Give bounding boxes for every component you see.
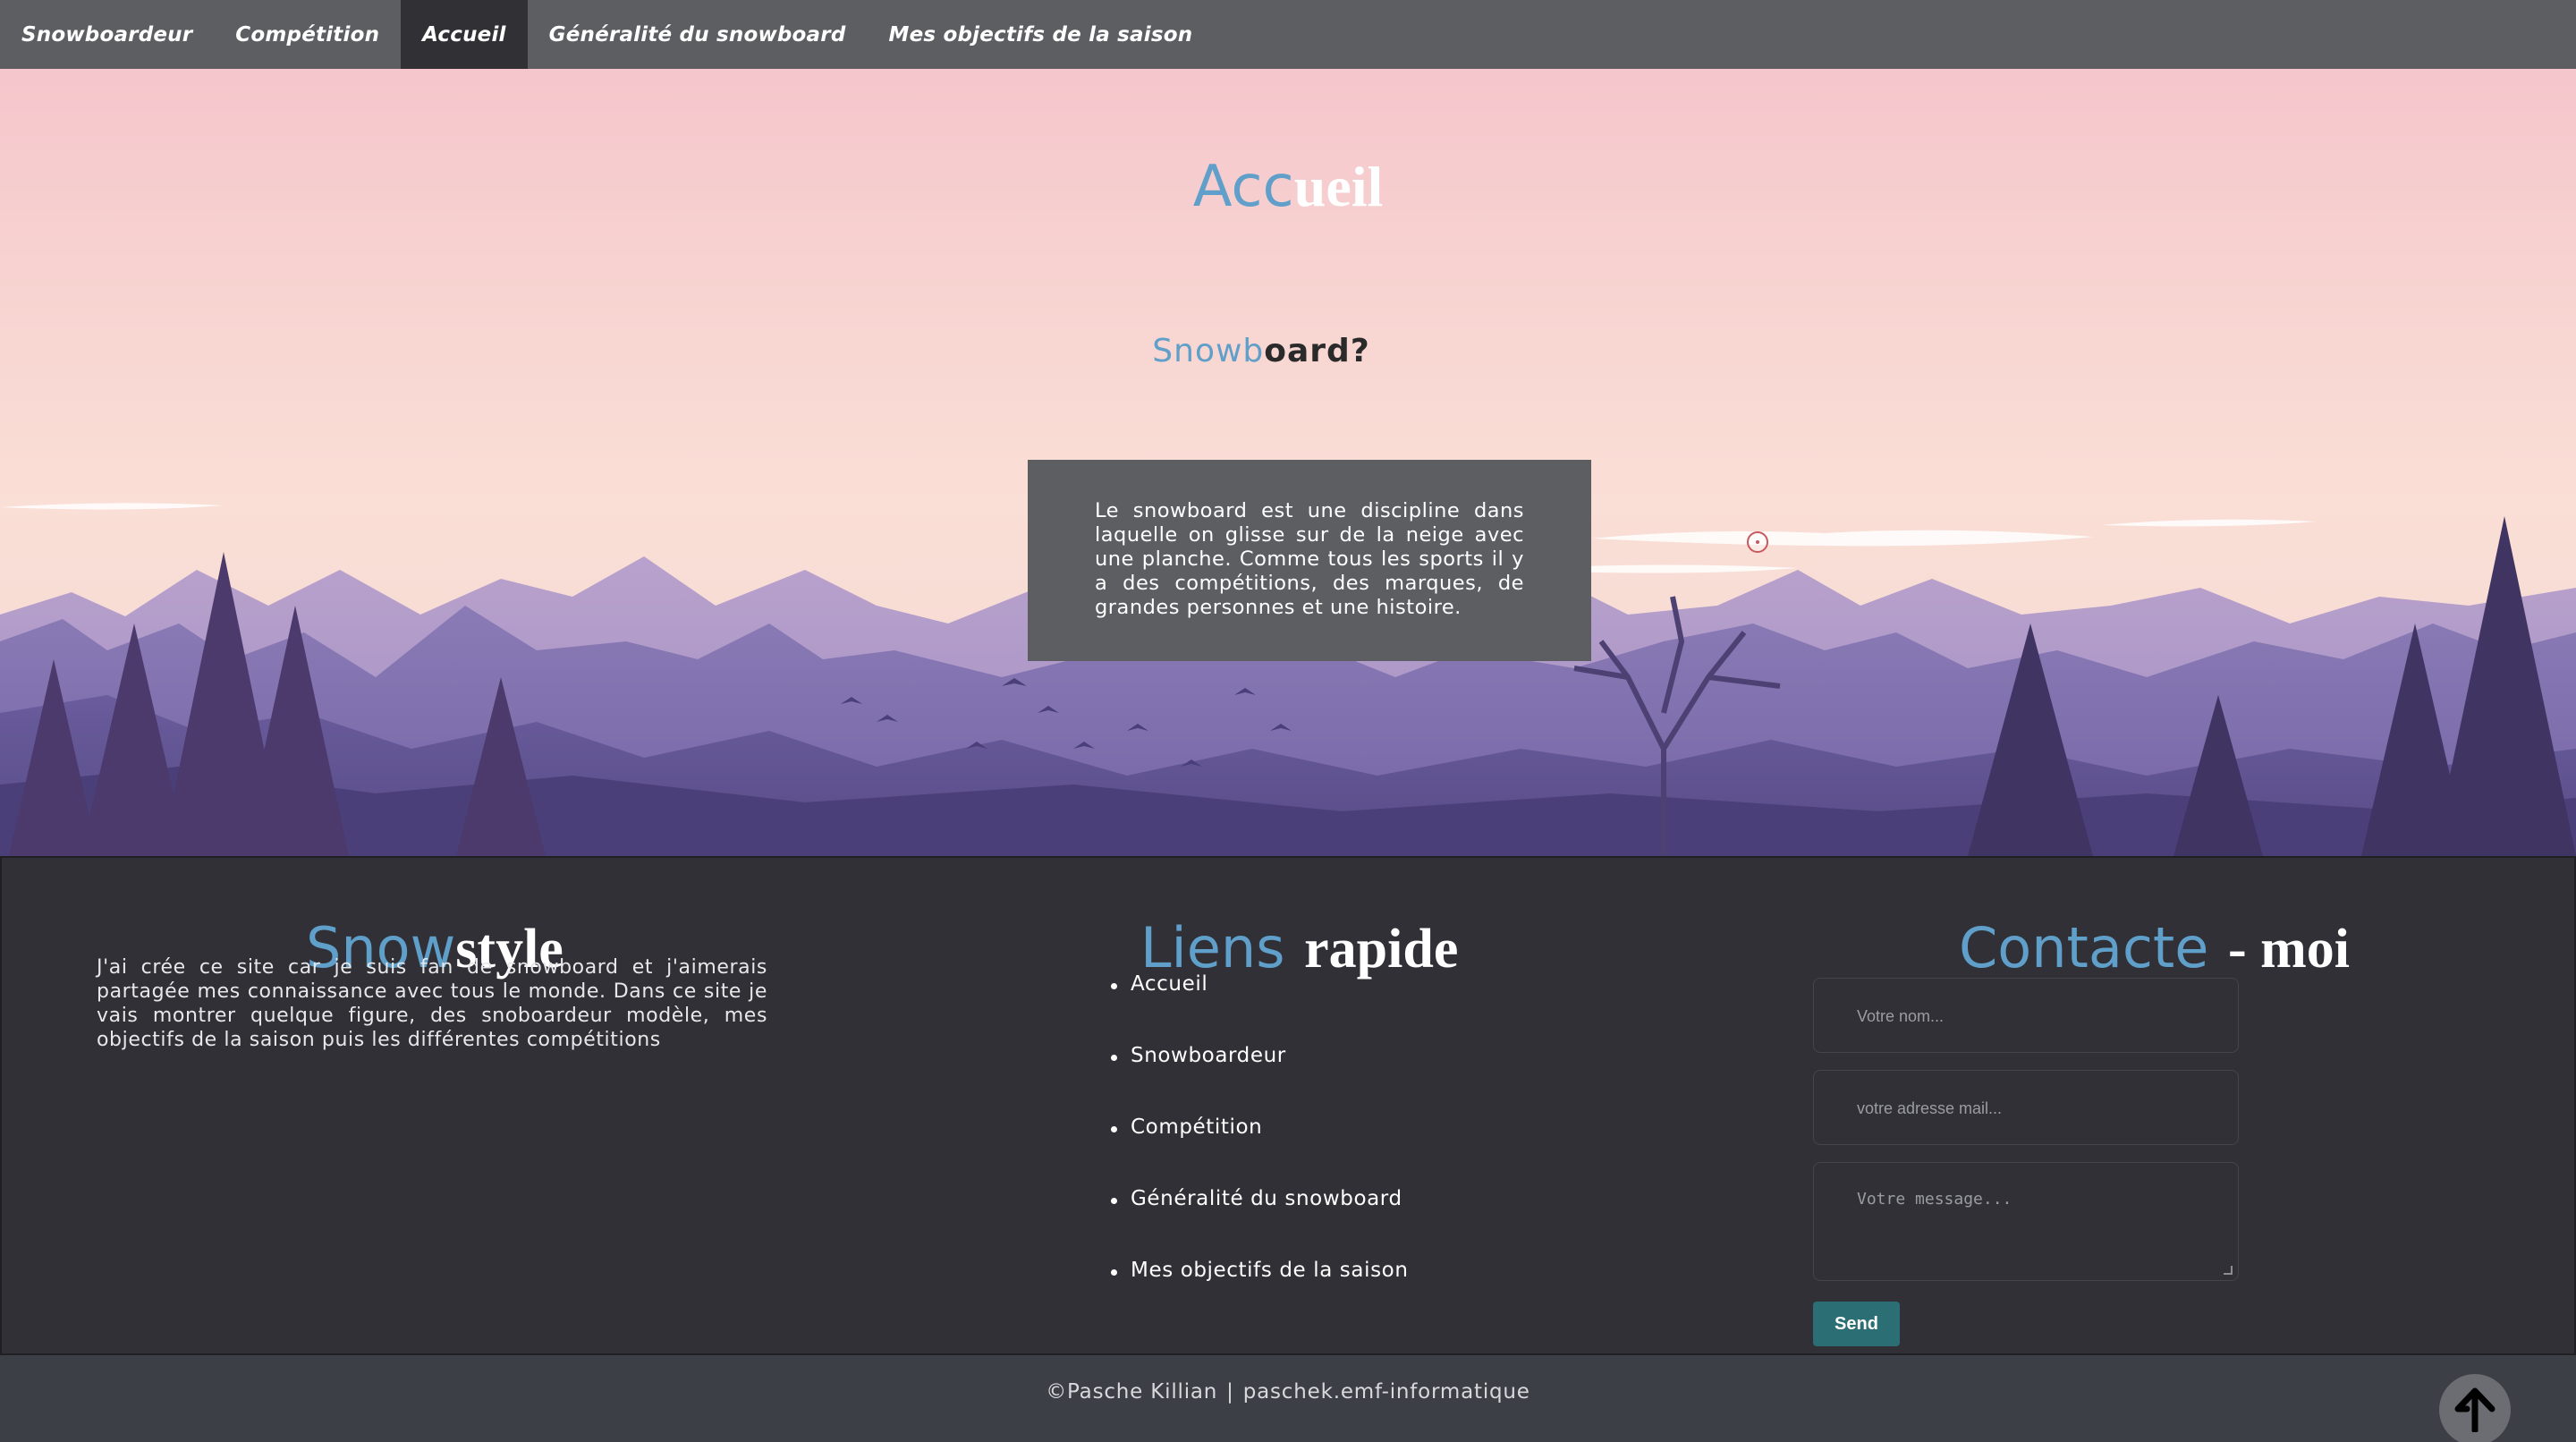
list-item: Généralité du snowboard bbox=[1111, 1187, 1409, 1259]
quick-links-title-part1: Liens bbox=[1140, 915, 1285, 980]
resize-grip-icon[interactable] bbox=[2224, 1266, 2233, 1275]
cursor-indicator-icon bbox=[1747, 531, 1768, 553]
nav-item-snowboardeur[interactable]: Snowboardeur bbox=[0, 0, 214, 69]
page-title-part1: Acc bbox=[1192, 154, 1294, 220]
hero-subtitle: Snowboard? bbox=[1038, 325, 1485, 378]
arrow-up-icon bbox=[2454, 1387, 2496, 1432]
description-text: Le snowboard est une discipline dans laq… bbox=[1095, 499, 1524, 619]
hero-subtitle-part1: Snowb bbox=[1152, 333, 1265, 369]
list-item: Mes objectifs de la saison bbox=[1111, 1259, 1409, 1330]
message-placeholder: Votre message... bbox=[1857, 1190, 2012, 1209]
nav-item-objectifs[interactable]: Mes objectifs de la saison bbox=[868, 0, 1215, 69]
contact-title-part1: Contacte bbox=[1959, 915, 2209, 980]
quick-link-objectifs[interactable]: Mes objectifs de la saison bbox=[1131, 1259, 1409, 1282]
contact-title-part2: - moi bbox=[2227, 919, 2350, 980]
page-title: Accueil bbox=[0, 151, 2576, 223]
nav-item-accueil[interactable]: Accueil bbox=[401, 0, 528, 69]
nav-item-generalite[interactable]: Généralité du snowboard bbox=[528, 0, 868, 69]
quick-link-snowboardeur[interactable]: Snowboardeur bbox=[1131, 1044, 1286, 1067]
list-item: Compétition bbox=[1111, 1115, 1409, 1187]
send-button[interactable]: Send bbox=[1813, 1302, 1900, 1346]
name-input[interactable]: Votre nom... bbox=[1813, 978, 2239, 1053]
copyright-bar: ©Pasche Killian | paschek.emf-informatique bbox=[0, 1355, 2576, 1442]
quick-link-generalite[interactable]: Généralité du snowboard bbox=[1131, 1187, 1402, 1210]
message-textarea[interactable]: Votre message... bbox=[1813, 1162, 2239, 1281]
copyright-text: ©Pasche Killian bbox=[1046, 1380, 1218, 1404]
hero-section: Accueil Snowboard? Le snowboard est une … bbox=[0, 69, 2576, 856]
quick-link-competition[interactable]: Compétition bbox=[1131, 1115, 1262, 1139]
footer-info-section: Snowstyle J'ai crée ce site car je suis … bbox=[0, 856, 2576, 1355]
scroll-to-top-button[interactable] bbox=[2439, 1374, 2511, 1442]
contact-title: Contacte - moi bbox=[1959, 912, 2350, 985]
page-title-part2: ueil bbox=[1293, 155, 1384, 218]
list-item: Accueil bbox=[1111, 972, 1409, 1044]
about-text: J'ai crée ce site car je suis fan de sno… bbox=[97, 956, 767, 1051]
copyright-separator: | bbox=[1226, 1380, 1234, 1404]
quick-links-list: Accueil Snowboardeur Compétition Général… bbox=[1111, 972, 1409, 1330]
quick-link-accueil[interactable]: Accueil bbox=[1131, 972, 1208, 996]
email-input[interactable]: votre adresse mail... bbox=[1813, 1070, 2239, 1145]
description-card: Le snowboard est une discipline dans laq… bbox=[1028, 460, 1591, 661]
nav-item-competition[interactable]: Compétition bbox=[214, 0, 401, 69]
list-item: Snowboardeur bbox=[1111, 1044, 1409, 1115]
hero-subtitle-part2: oard? bbox=[1264, 333, 1370, 369]
site-name: paschek.emf-informatique bbox=[1242, 1380, 1530, 1404]
quick-links-title-part2: rapide bbox=[1304, 919, 1459, 980]
top-navigation: Snowboardeur Compétition Accueil Général… bbox=[0, 0, 2576, 69]
